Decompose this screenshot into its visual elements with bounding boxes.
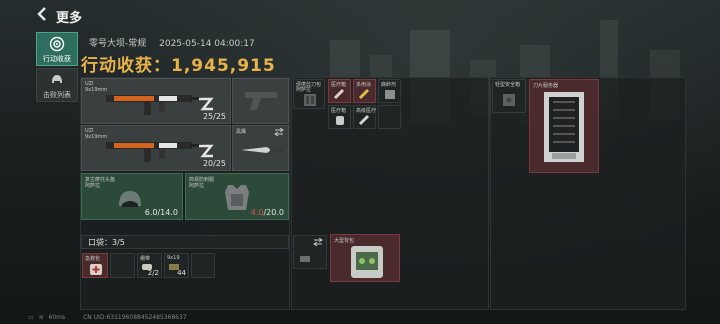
armor-vest-icon <box>225 185 249 210</box>
pouch-slot-empty[interactable] <box>191 253 215 278</box>
wifi-icon: ≋ <box>38 314 44 321</box>
backpack-item[interactable]: 大型背包 <box>330 234 400 282</box>
weapon-slot-2[interactable]: UZI 9x19mm 20/25 <box>81 125 231 171</box>
rig-slot-empty[interactable] <box>378 105 401 129</box>
ping: 60ms <box>48 314 66 321</box>
chest-rig-slot[interactable]: 便携剪刀包 阿萨拉 <box>293 79 325 109</box>
page-title: 更多 <box>56 11 83 26</box>
syringe-icon <box>333 88 345 100</box>
item-name: 医疗箱 <box>331 82 347 88</box>
helmet-icon <box>52 75 62 83</box>
tab-action-harvest[interactable]: 行动收获 <box>36 32 78 66</box>
rig-item-4[interactable]: 医疗箱 <box>328 105 351 129</box>
armor-durability-current: 4.0 <box>250 208 264 217</box>
syringe-icon <box>358 114 370 126</box>
armor-type: 阿萨拉 <box>189 183 205 189</box>
weapon-ammo: 25/25 <box>202 112 226 121</box>
smg-icon <box>106 142 202 162</box>
pouch-count: 3/5 <box>112 238 125 247</box>
item-name: 医疗箱 <box>331 108 347 114</box>
item-name: 高级医疗 <box>356 108 377 114</box>
item-qty: 2/2 <box>147 269 159 277</box>
armor-durability-max: /20.0 <box>263 208 284 217</box>
rig-item-1[interactable]: 医疗箱 <box>328 79 351 103</box>
match-info: 零号大坝-常规 2025-05-14 04:00:17 <box>89 36 265 49</box>
tab-label: 击败列表 <box>43 91 71 99</box>
harvest-label: 行动收获： <box>81 56 171 76</box>
rig-item-3[interactable]: 麻醉剂 <box>378 79 401 103</box>
safe-box-slot[interactable]: 轻型安全箱 <box>492 79 526 113</box>
match-datetime: 2025-05-14 04:00:17 <box>159 39 255 49</box>
backpack-icon <box>351 246 383 278</box>
backpack-slot[interactable] <box>293 235 327 269</box>
tab-kill-list[interactable]: 击败列表 <box>36 68 78 102</box>
pouch-item-3[interactable]: 9x19 44 <box>164 253 189 278</box>
safe-box-name: 轻型安全箱 <box>495 82 521 88</box>
bag-icon <box>300 256 310 262</box>
weapon-ammo: 20/25 <box>202 159 226 168</box>
helmet-icon <box>119 191 141 207</box>
item-name: 9x19 <box>167 255 180 261</box>
weapon-skin-icon <box>199 97 214 111</box>
server-item[interactable]: 刀片服务器 <box>529 79 599 173</box>
back-icon[interactable] <box>36 7 50 23</box>
tab-label: 行动收获 <box>43 55 71 63</box>
pouch-label-text: 口袋： <box>88 238 112 247</box>
armor-slot[interactable]: 简易防刺服 阿萨拉 4.0/20.0 <box>185 173 289 220</box>
battery-icon: ▭ <box>28 314 34 321</box>
helmet-type: 阿萨拉 <box>85 183 101 189</box>
item-name: 麻醉剂 <box>381 82 397 88</box>
status-bar: ▭ ≋ 60ms CN UID:631196088452485368637 <box>28 314 187 321</box>
melee-name: 黑鹰 <box>236 129 247 135</box>
melee-slot[interactable]: 黑鹰 <box>232 125 289 171</box>
swap-icon[interactable] <box>313 238 323 246</box>
pouch-header: 口袋：3/5 <box>81 235 289 249</box>
harvest-total: 行动收获：1,945,915 <box>81 51 276 76</box>
target-icon <box>49 36 65 52</box>
pouch-item-2[interactable]: 绷带 2/2 <box>137 253 162 278</box>
item-name: 绷带 <box>140 256 151 262</box>
knife-icon <box>241 147 283 153</box>
item-qty: 44 <box>177 269 186 277</box>
weapon-slot-1[interactable]: UZI 9x19mm 25/25 <box>81 78 231 124</box>
pouch-label: 口袋：3/5 <box>88 237 125 248</box>
injector-icon <box>358 88 370 100</box>
rig-icon <box>304 94 316 106</box>
armor-durability: 4.0/20.0 <box>251 208 284 217</box>
safe-box-icon <box>503 94 515 106</box>
item-name: 多用涂 <box>356 82 372 88</box>
weapon-skin-icon <box>199 144 214 158</box>
player-uid: CN UID:631196088452485368637 <box>83 314 187 321</box>
rig-item-5[interactable]: 高级医疗 <box>353 105 376 129</box>
map-name: 零号大坝-常规 <box>89 39 147 49</box>
helmet-durability: 6.0/14.0 <box>144 208 178 217</box>
bottle-icon <box>336 116 344 125</box>
pouch-item-1[interactable]: 急救包 <box>82 253 108 278</box>
harvest-value: 1,945,915 <box>171 56 276 76</box>
bag-icon <box>385 90 395 99</box>
pouch-slot-empty[interactable] <box>110 253 135 278</box>
helmet-slot[interactable]: 复古摩托头盔 阿萨拉 6.0/14.0 <box>81 173 183 220</box>
medkit-icon <box>90 264 102 275</box>
smg-icon <box>106 95 202 115</box>
pistol-slot[interactable] <box>232 78 289 124</box>
rig-item-2[interactable]: 多用涂 <box>353 79 376 103</box>
blade-server-icon <box>544 92 584 162</box>
pistol-icon <box>245 92 277 110</box>
server-name: 刀片服务器 <box>533 83 559 89</box>
item-name: 急救包 <box>85 256 101 262</box>
swap-icon[interactable] <box>274 128 284 136</box>
